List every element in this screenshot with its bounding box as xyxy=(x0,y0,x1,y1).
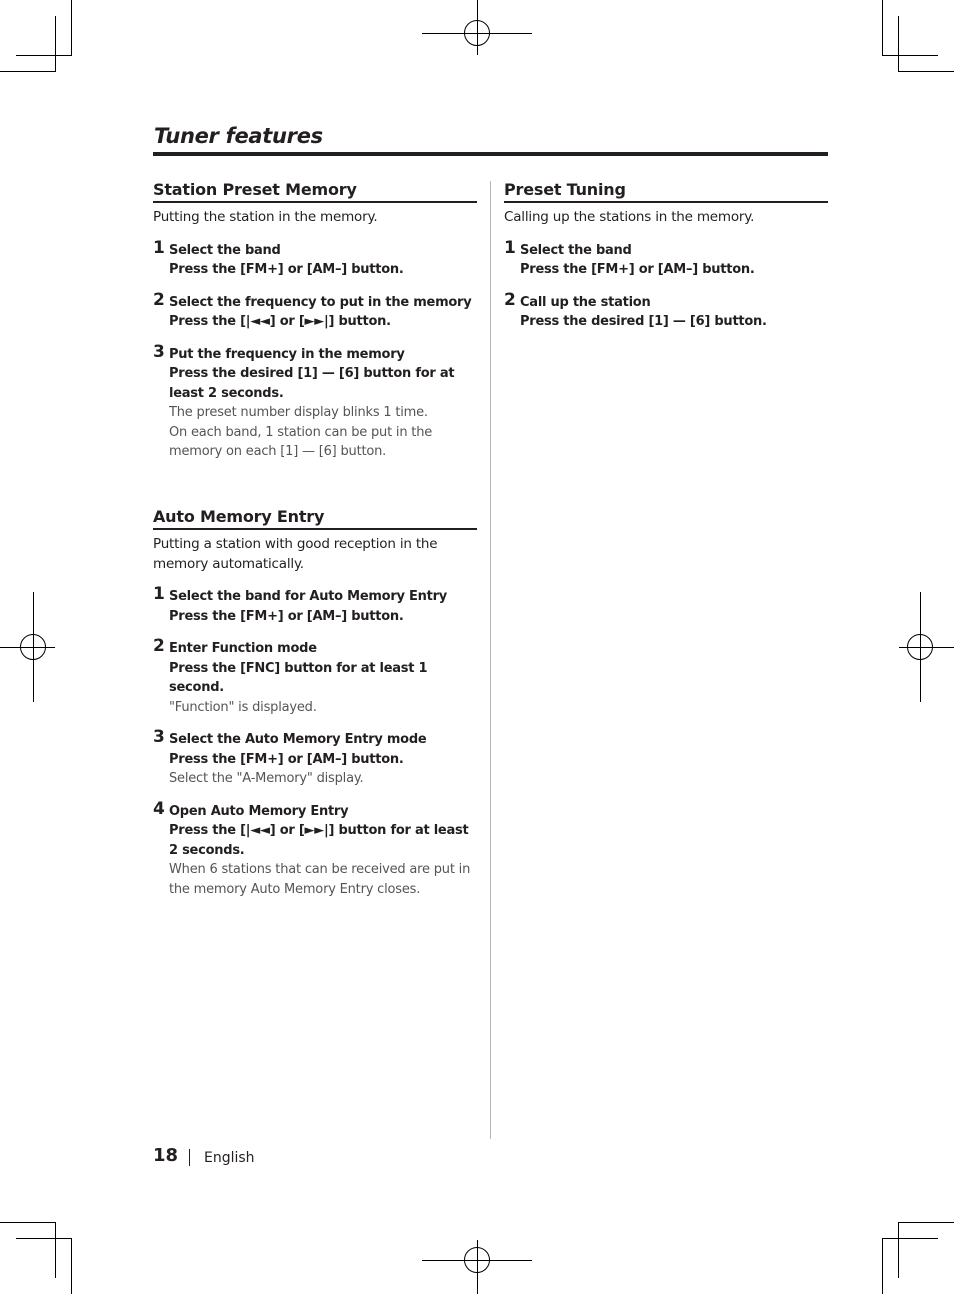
step-note: "Function" is displayed. xyxy=(169,699,317,715)
section-heading: Auto Memory Entry xyxy=(153,507,477,530)
section-heading: Station Preset Memory xyxy=(153,180,477,203)
step-number: 3 xyxy=(153,727,165,747)
step-note: When 6 stations that can be received are… xyxy=(169,862,471,897)
step-note: The preset number display blinks 1 time. xyxy=(169,405,428,420)
section-heading: Preset Tuning xyxy=(504,180,828,203)
step-action: Press the desired [1] — [6] button for a… xyxy=(169,366,455,401)
step-item: 1 Select the band for Auto Memory Entry Pr… xyxy=(153,584,477,626)
step-heading: Select the band for Auto Memory Entry xyxy=(169,589,448,604)
column-divider xyxy=(490,181,491,1139)
section-intro: Putting the station in the memory. xyxy=(153,209,378,225)
step-heading: Select the band xyxy=(520,242,632,258)
step-item: 3 Put the frequency in the memory Press th… xyxy=(153,341,477,462)
step-item: 1 Select the band Press the [FM+] or [AM–]… xyxy=(153,237,477,280)
step-number: 4 xyxy=(153,798,165,819)
step-note: Select the "A-Memory" display. xyxy=(169,771,364,786)
step-item: 1 Select the band Press the [FM+] or [AM–]… xyxy=(504,237,828,280)
step-item: 2 Call up the station Press the desired [1… xyxy=(504,289,828,332)
step-number: 1 xyxy=(504,237,516,258)
step-action: Press the [FM+] or [AM–] button. xyxy=(520,262,755,277)
step-item: 2 Enter Function mode Press the [FNC] butt… xyxy=(153,636,477,717)
step-heading: Call up the station xyxy=(520,294,651,310)
step-heading: Enter Function mode xyxy=(169,641,317,656)
step-heading: Select the frequency to put in the memor… xyxy=(169,294,472,310)
step-number: 2 xyxy=(153,636,165,656)
step-item: 2 Select the frequency to put in the memo… xyxy=(153,289,477,332)
step-action: Press the [FM+] or [AM–] button. xyxy=(169,608,404,624)
step-number: 1 xyxy=(153,237,165,258)
section-station-preset-memory: Station Preset Memory Putting the station… xyxy=(153,180,477,462)
step-number: 2 xyxy=(153,289,165,310)
step-heading: Select the Auto Memory Entry mode xyxy=(169,732,427,747)
section-auto-memory-entry: Auto Memory Entry Putting a station with … xyxy=(153,507,477,899)
step-item: 3 Select the Auto Memory Entry mode Press … xyxy=(153,727,477,789)
step-heading: Select the band xyxy=(169,242,281,258)
step-note: On each band, 1 station can be put in th… xyxy=(169,424,433,460)
step-action: Press the [FNC] button for at least 1 se… xyxy=(169,660,428,696)
step-item: 4 Open Auto Memory Entry Press the [|◄◄] o… xyxy=(153,798,477,900)
section-preset-tuning: Preset Tuning Calling up the stations in … xyxy=(504,180,828,332)
page-number: 18 xyxy=(153,1145,179,1166)
step-action: Press the [|◄◄] or [►►|] button. xyxy=(169,314,391,329)
step-number: 1 xyxy=(153,584,165,604)
step-action: Press the [FM+] or [AM–] button. xyxy=(169,751,404,767)
title-rule xyxy=(153,152,828,156)
step-action: Press the [|◄◄] or [►►|] button for at l… xyxy=(169,823,469,858)
section-intro: Calling up the stations in the memory. xyxy=(504,209,755,225)
step-number: 2 xyxy=(504,289,516,310)
step-action: Press the [FM+] or [AM–] button. xyxy=(169,262,404,277)
footer-separator xyxy=(189,1149,190,1166)
step-heading: Open Auto Memory Entry xyxy=(169,803,349,819)
step-heading: Put the frequency in the memory xyxy=(169,346,405,362)
page-title: Tuner features xyxy=(154,124,323,148)
section-intro: Putting a station with good reception in… xyxy=(153,536,438,572)
footer-language: English xyxy=(204,1150,255,1166)
step-action: Press the desired [1] — [6] button. xyxy=(520,314,767,329)
step-number: 3 xyxy=(153,341,165,362)
